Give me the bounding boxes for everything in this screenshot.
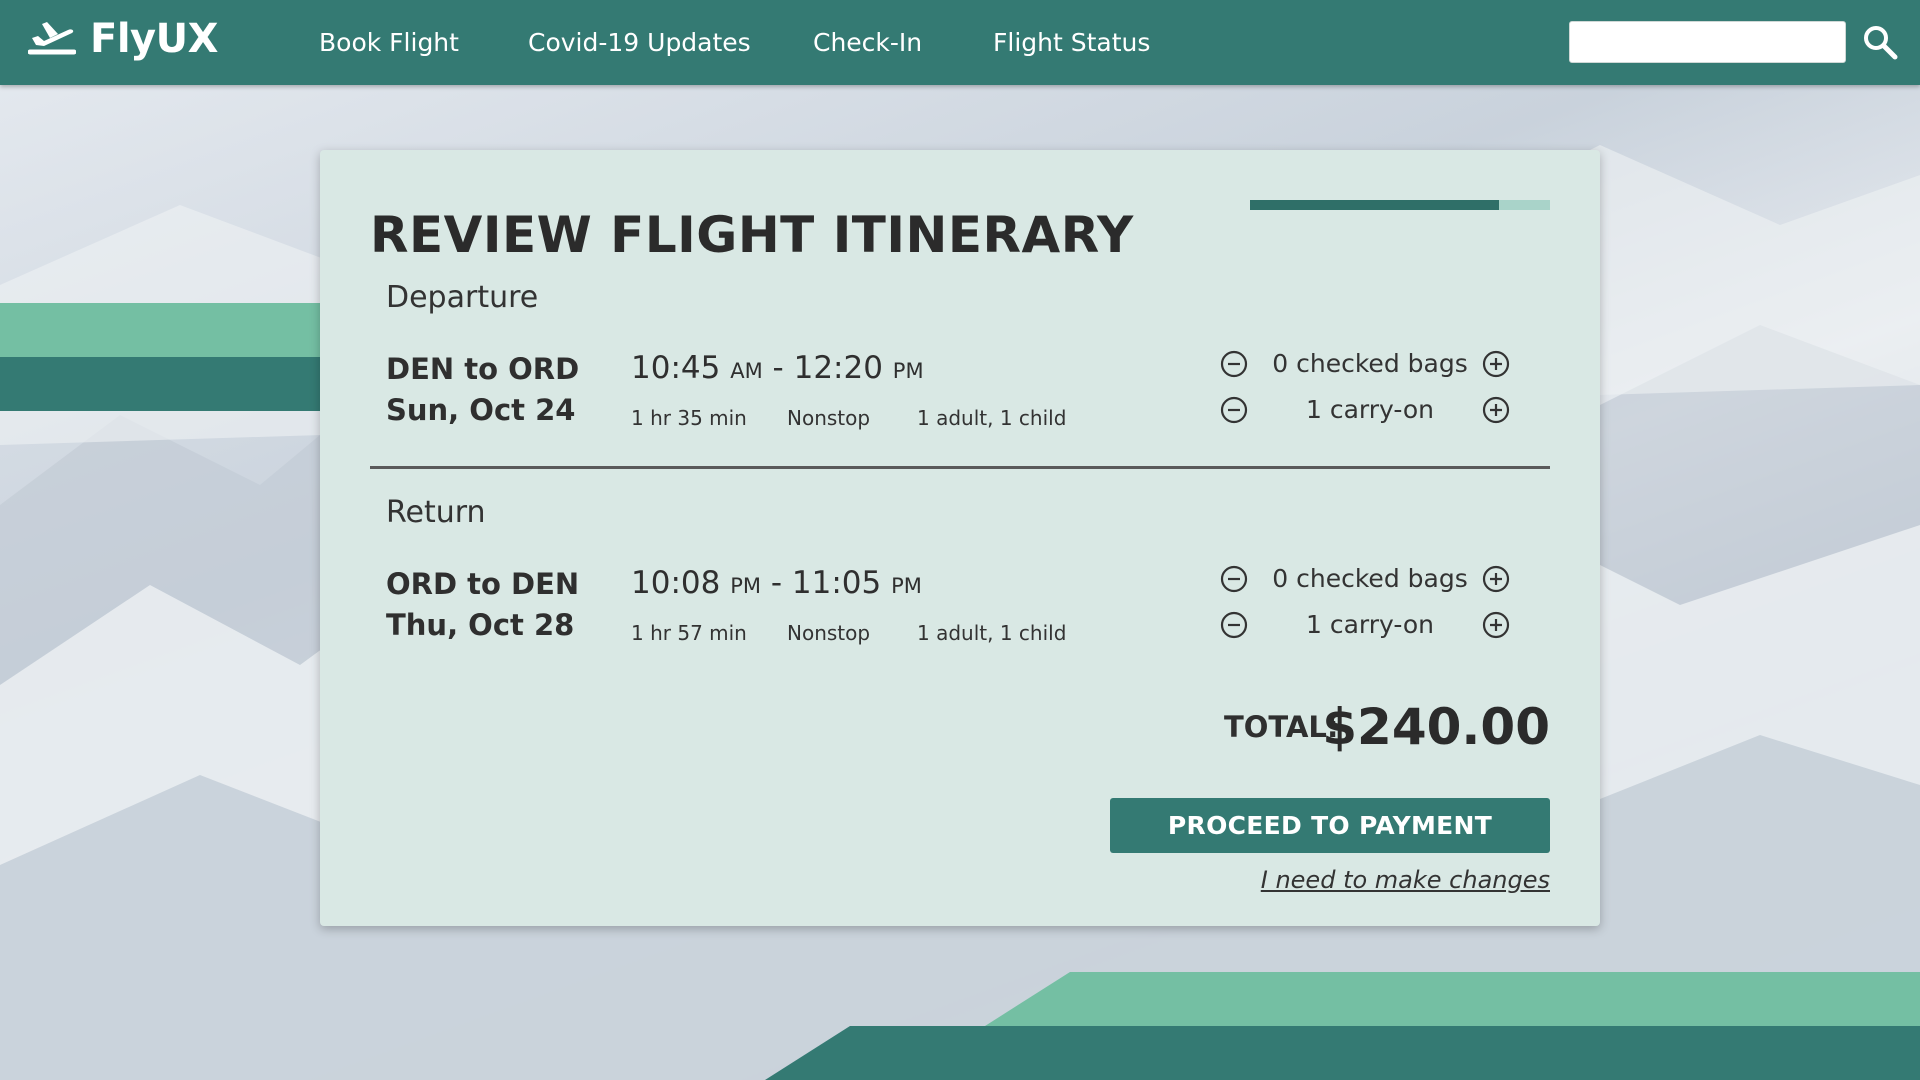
departure-duration: 1 hr 35 min — [631, 406, 747, 430]
top-nav-bar: FlyUX Book Flight Covid-19 Updates Check… — [0, 0, 1920, 85]
nav-link-check-in[interactable]: Check-In — [813, 28, 922, 57]
return-arrive-ampm: PM — [891, 574, 922, 598]
departure-times: 10:45 AM - 12:20 PM — [631, 350, 924, 386]
departure-passengers: 1 adult, 1 child — [917, 406, 1067, 430]
nav-link-covid-updates[interactable]: Covid-19 Updates — [528, 28, 751, 57]
return-checked-bags-label: 0 checked bags — [1272, 564, 1468, 593]
brand-logo[interactable]: FlyUX — [27, 16, 218, 62]
departure-date: Sun, Oct 24 — [386, 393, 576, 427]
page-title: REVIEW FLIGHT ITINERARY — [370, 206, 1134, 264]
return-stops: Nonstop — [787, 621, 871, 645]
search-input[interactable] — [1569, 21, 1846, 63]
search-icon[interactable] — [1862, 24, 1898, 60]
departure-arrive-ampm: PM — [892, 359, 924, 383]
return-date: Thu, Oct 28 — [386, 608, 575, 642]
plus-circle-icon[interactable] — [1482, 396, 1510, 424]
departure-stops: Nonstop — [787, 406, 871, 430]
nav-link-book-flight[interactable]: Book Flight — [319, 28, 459, 57]
minus-circle-icon[interactable] — [1220, 396, 1248, 424]
return-carry-on-label: 1 carry-on — [1305, 610, 1434, 639]
departure-carry-on-stepper: 1 carry-on — [1220, 392, 1520, 428]
section-divider — [370, 466, 1550, 469]
decorative-stripe — [0, 357, 330, 411]
departure-heading: Departure — [386, 280, 539, 315]
departure-depart-ampm: AM — [730, 359, 763, 383]
return-depart-time: 10:08 — [631, 565, 721, 601]
progress-bar-fill — [1250, 200, 1499, 210]
departure-checked-bags-stepper: 0 checked bags — [1220, 346, 1520, 382]
time-separator: - — [770, 565, 783, 601]
total-price: $240.00 — [1322, 698, 1550, 756]
departure-route: DEN to ORD — [386, 352, 580, 386]
return-depart-ampm: PM — [730, 574, 761, 598]
proceed-to-payment-button[interactable]: PROCEED TO PAYMENT — [1110, 798, 1550, 853]
return-times: 10:08 PM - 11:05 PM — [631, 565, 922, 601]
plus-circle-icon[interactable] — [1482, 350, 1510, 378]
departure-arrive-time: 12:20 — [793, 350, 883, 386]
plus-circle-icon[interactable] — [1482, 565, 1510, 593]
brand-name: FlyUX — [90, 16, 218, 62]
progress-bar — [1250, 200, 1550, 210]
departure-checked-bags-label: 0 checked bags — [1272, 349, 1468, 378]
return-duration: 1 hr 57 min — [631, 621, 747, 645]
decorative-stripe — [0, 303, 330, 357]
departure-depart-time: 10:45 — [631, 350, 721, 386]
return-heading: Return — [386, 495, 486, 530]
minus-circle-icon[interactable] — [1220, 611, 1248, 639]
departure-carry-on-label: 1 carry-on — [1305, 395, 1434, 424]
itinerary-card: REVIEW FLIGHT ITINERARY Departure DEN to… — [320, 150, 1600, 926]
return-passengers: 1 adult, 1 child — [917, 621, 1067, 645]
return-route: ORD to DEN — [386, 567, 580, 601]
nav-link-flight-status[interactable]: Flight Status — [993, 28, 1150, 57]
airplane-takeoff-icon — [27, 16, 77, 62]
plus-circle-icon[interactable] — [1482, 611, 1510, 639]
minus-circle-icon[interactable] — [1220, 565, 1248, 593]
return-carry-on-stepper: 1 carry-on — [1220, 607, 1520, 643]
return-checked-bags-stepper: 0 checked bags — [1220, 561, 1520, 597]
return-arrive-time: 11:05 — [791, 565, 882, 601]
time-separator: - — [772, 350, 784, 386]
make-changes-link[interactable]: I need to make changes — [1261, 866, 1550, 894]
minus-circle-icon[interactable] — [1220, 350, 1248, 378]
